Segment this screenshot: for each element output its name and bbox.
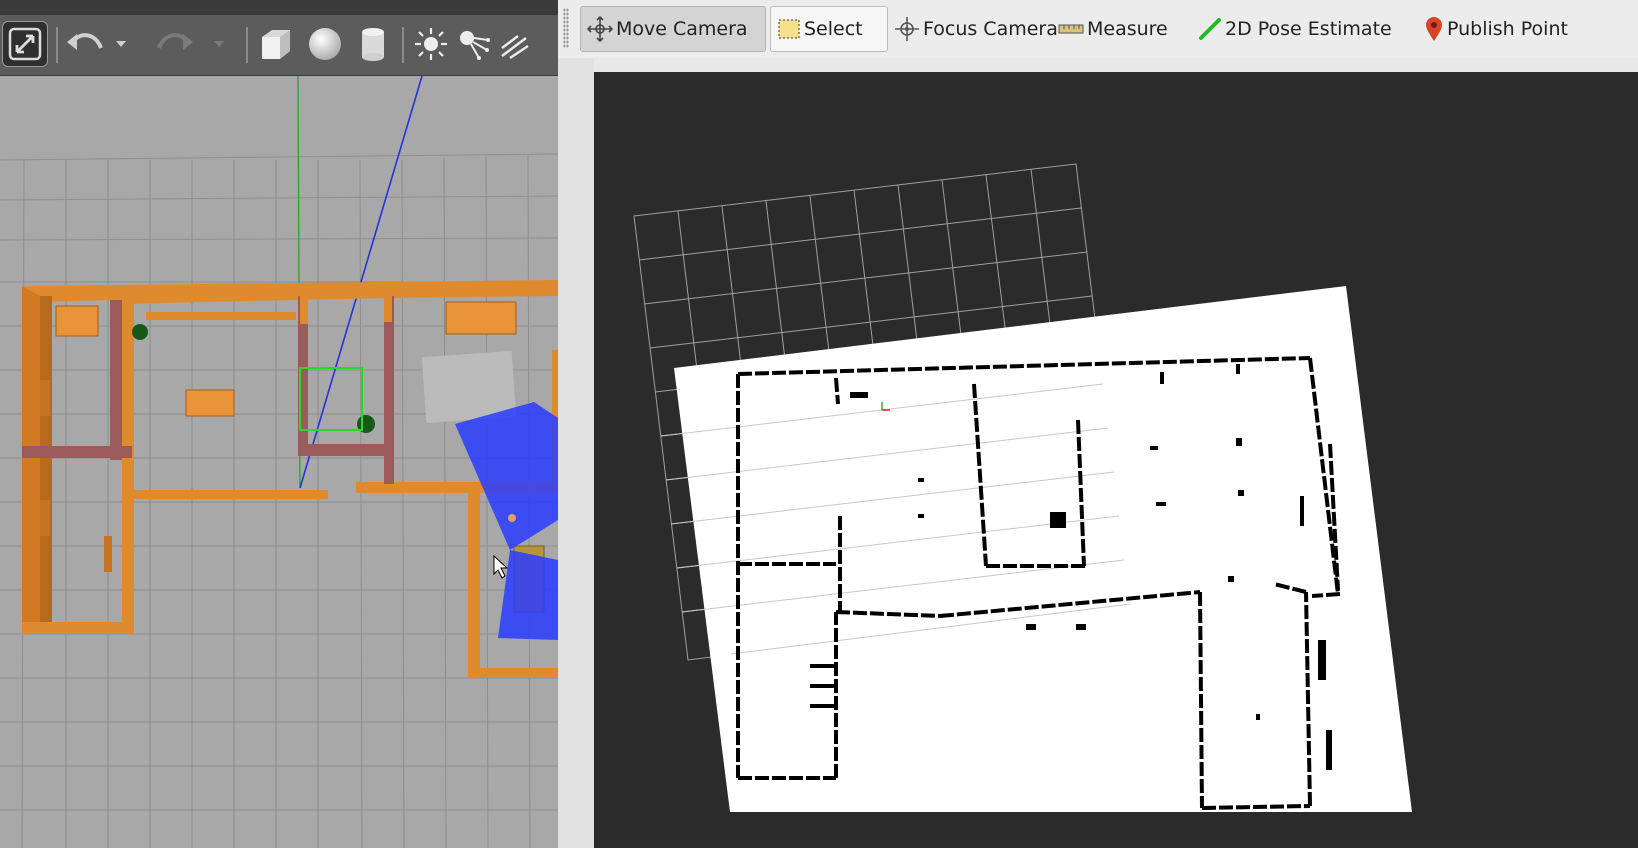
toolbar-grip[interactable] bbox=[563, 8, 569, 48]
select-tool[interactable]: Select bbox=[770, 6, 888, 52]
redo-button[interactable] bbox=[152, 21, 198, 67]
laser-scan-rear bbox=[498, 550, 558, 640]
undo-icon bbox=[67, 33, 103, 50]
toolbar-separator bbox=[246, 27, 248, 63]
point-light-icon bbox=[415, 28, 447, 60]
focus-camera-label: Focus Camera bbox=[923, 18, 1058, 40]
rviz-view-border bbox=[594, 58, 1638, 72]
redo-history-dropdown-icon bbox=[214, 41, 224, 47]
gazebo-title-strip bbox=[0, 0, 558, 15]
robot-marker bbox=[508, 514, 516, 522]
gazebo-3d-viewport[interactable] bbox=[0, 76, 558, 848]
undo-history-dropdown[interactable] bbox=[108, 21, 134, 67]
focus-camera-icon bbox=[894, 16, 920, 42]
redo-history-dropdown[interactable] bbox=[206, 21, 232, 67]
toolbar-separator bbox=[402, 27, 404, 63]
toolbar-separator bbox=[56, 27, 58, 63]
move-camera-label: Move Camera bbox=[616, 18, 748, 40]
pose-estimate-label: 2D Pose Estimate bbox=[1225, 18, 1392, 40]
cylinder-icon bbox=[362, 28, 384, 61]
point-light-button[interactable] bbox=[408, 21, 454, 67]
gazebo-panel bbox=[0, 0, 558, 848]
selection-highlight bbox=[299, 367, 363, 431]
house-walls bbox=[22, 280, 558, 678]
spot-light-button[interactable] bbox=[450, 21, 496, 67]
select-icon bbox=[777, 18, 801, 40]
focus-camera-tool[interactable]: Focus Camera bbox=[888, 6, 1058, 52]
pose-estimate-tool[interactable]: 2D Pose Estimate bbox=[1192, 6, 1400, 52]
box-button[interactable] bbox=[252, 21, 298, 67]
undo-history-dropdown-icon bbox=[116, 41, 126, 47]
gazebo-toolbar bbox=[0, 15, 558, 76]
fullscreen-icon bbox=[8, 27, 42, 61]
move-camera-icon bbox=[587, 16, 613, 42]
spot-light-icon bbox=[460, 31, 490, 60]
rviz-tool-toolbar: Move Camera Select Focus Camera Measure bbox=[558, 0, 1638, 59]
pose-estimate-icon bbox=[1198, 17, 1222, 41]
undo-button[interactable] bbox=[62, 21, 108, 67]
directional-light-button[interactable] bbox=[494, 21, 534, 67]
cylinder-button[interactable] bbox=[350, 21, 396, 67]
mouse-cursor-icon bbox=[493, 554, 509, 579]
measure-tool[interactable]: Measure bbox=[1052, 6, 1178, 52]
measure-icon bbox=[1058, 23, 1084, 35]
publish-point-tool[interactable]: Publish Point bbox=[1418, 6, 1578, 52]
rviz-3d-view[interactable] bbox=[594, 72, 1638, 848]
redo-icon bbox=[157, 33, 193, 50]
fullscreen-button[interactable] bbox=[2, 21, 48, 67]
move-camera-tool[interactable]: Move Camera bbox=[580, 6, 766, 52]
directional-light-icon bbox=[501, 35, 529, 59]
box-icon bbox=[262, 30, 290, 59]
occupancy-map bbox=[674, 286, 1412, 812]
sphere-icon bbox=[309, 28, 341, 60]
publish-point-icon bbox=[1424, 16, 1444, 42]
rviz-left-dock-edge bbox=[558, 58, 594, 848]
publish-point-label: Publish Point bbox=[1447, 18, 1568, 40]
measure-label: Measure bbox=[1087, 18, 1168, 40]
rviz-panel: Move Camera Select Focus Camera Measure bbox=[558, 0, 1638, 848]
sphere-button[interactable] bbox=[302, 21, 348, 67]
select-label: Select bbox=[804, 18, 863, 40]
